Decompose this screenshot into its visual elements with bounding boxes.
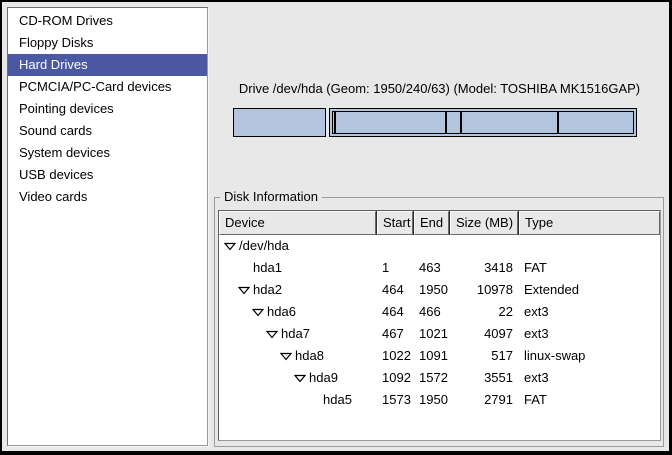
column-header-size[interactable]: Size (MB)	[450, 211, 518, 235]
type-cell: ext3	[519, 367, 660, 389]
size-cell: 517	[450, 345, 518, 367]
start-cell: 467	[377, 323, 413, 345]
type-cell: Extended	[519, 279, 660, 301]
sidebar-item-cd-rom-drives[interactable]: CD-ROM Drives	[8, 10, 207, 32]
device-label: hda8	[295, 345, 324, 367]
table-row[interactable]: hda6 464 466 22 ext3	[219, 301, 660, 323]
table-header-row: Device Start End Size (MB) Type	[219, 211, 660, 235]
start-cell: 1022	[377, 345, 413, 367]
start-cell: 1	[377, 257, 413, 279]
size-cell: 3551	[450, 367, 518, 389]
table-row[interactable]: hda7 467 1021 4097 ext3	[219, 323, 660, 345]
end-cell: 1950	[414, 279, 449, 301]
sidebar-item-sound-cards[interactable]: Sound cards	[8, 120, 207, 142]
size-cell: 4097	[450, 323, 518, 345]
start-cell: 1573	[377, 389, 413, 411]
partition-bar	[233, 108, 637, 137]
column-header-start[interactable]: Start	[377, 211, 413, 235]
table-row[interactable]: hda9 1092 1572 3551 ext3	[219, 367, 660, 389]
sidebar-item-pointing-devices[interactable]: Pointing devices	[8, 98, 207, 120]
size-cell: 3418	[450, 257, 518, 279]
device-cell: hda6	[219, 301, 376, 323]
sidebar-item-system-devices[interactable]: System devices	[8, 142, 207, 164]
partition-segment-hda9	[461, 111, 557, 134]
expander-triangle-icon[interactable]	[238, 286, 253, 295]
device-cell: hda9	[219, 367, 376, 389]
device-cell: /dev/hda	[219, 235, 376, 257]
start-cell	[377, 235, 413, 257]
expander-triangle-icon[interactable]	[224, 242, 239, 251]
disk-information-group: Disk Information Device Start End Size (…	[214, 197, 664, 447]
partition-segment-hda2	[329, 108, 637, 137]
partition-table[interactable]: Device Start End Size (MB) Type /dev/hda	[218, 210, 661, 441]
table-row[interactable]: /dev/hda	[219, 235, 660, 257]
expander-triangle-icon[interactable]	[280, 352, 295, 361]
device-label: hda6	[267, 301, 296, 323]
type-cell: FAT	[519, 389, 660, 411]
device-cell: hda7	[219, 323, 376, 345]
column-header-type[interactable]: Type	[519, 211, 660, 235]
size-cell: 22	[450, 301, 518, 323]
device-label: hda1	[253, 257, 282, 279]
type-cell: FAT	[519, 257, 660, 279]
expander-triangle-icon[interactable]	[252, 308, 267, 317]
type-cell: ext3	[519, 301, 660, 323]
device-label: hda7	[281, 323, 310, 345]
table-row[interactable]: hda5 1573 1950 2791 FAT	[219, 389, 660, 411]
sidebar-item-pcmcia-pc-card-devices[interactable]: PCMCIA/PC-Card devices	[8, 76, 207, 98]
size-cell: 2791	[450, 389, 518, 411]
device-cell: hda8	[219, 345, 376, 367]
sidebar-item-hard-drives[interactable]: Hard Drives	[8, 54, 207, 76]
device-cell: hda5	[219, 389, 376, 411]
type-cell: ext3	[519, 323, 660, 345]
end-cell: 1021	[414, 323, 449, 345]
end-cell	[414, 235, 449, 257]
sidebar-item-video-cards[interactable]: Video cards	[8, 186, 207, 208]
table-row[interactable]: hda8 1022 1091 517 linux-swap	[219, 345, 660, 367]
end-cell: 463	[414, 257, 449, 279]
start-cell: 464	[377, 279, 413, 301]
start-cell: 1092	[377, 367, 413, 389]
table-row[interactable]: hda2 464 1950 10978 Extended	[219, 279, 660, 301]
expander-triangle-icon[interactable]	[294, 374, 309, 383]
end-cell: 1091	[414, 345, 449, 367]
drive-geometry-label: Drive /dev/hda (Geom: 1950/240/63) (Mode…	[215, 81, 664, 96]
start-cell: 464	[377, 301, 413, 323]
table-row[interactable]: hda1 1 463 3418 FAT	[219, 257, 660, 279]
device-cell: hda2	[219, 279, 376, 301]
type-cell: linux-swap	[519, 345, 660, 367]
device-cell: hda1	[219, 257, 376, 279]
column-header-device[interactable]: Device	[219, 211, 376, 235]
size-cell: 10978	[450, 279, 518, 301]
device-label: hda5	[323, 389, 352, 411]
device-label: hda9	[309, 367, 338, 389]
device-category-list[interactable]: CD-ROM DrivesFloppy DisksHard DrivesPCMC…	[7, 7, 208, 446]
sidebar-item-usb-devices[interactable]: USB devices	[8, 164, 207, 186]
partition-segment-hda1	[233, 108, 326, 137]
end-cell: 1572	[414, 367, 449, 389]
type-cell	[519, 235, 660, 257]
size-cell	[450, 235, 518, 257]
column-header-end[interactable]: End	[414, 211, 449, 235]
device-label: hda2	[253, 279, 282, 301]
end-cell: 466	[414, 301, 449, 323]
end-cell: 1950	[414, 389, 449, 411]
partition-segment-hda7	[335, 111, 446, 134]
disk-information-title: Disk Information	[220, 189, 322, 204]
partition-segment-hda8	[446, 111, 462, 134]
expander-triangle-icon[interactable]	[266, 330, 281, 339]
device-label: /dev/hda	[239, 235, 289, 257]
table-body: /dev/hda hda1 1 463 3418 FAT hda2	[219, 235, 660, 411]
partition-segment-hda5	[558, 111, 634, 134]
sidebar-item-floppy-disks[interactable]: Floppy Disks	[8, 32, 207, 54]
hardware-browser-window: CD-ROM DrivesFloppy DisksHard DrivesPCMC…	[0, 0, 672, 455]
